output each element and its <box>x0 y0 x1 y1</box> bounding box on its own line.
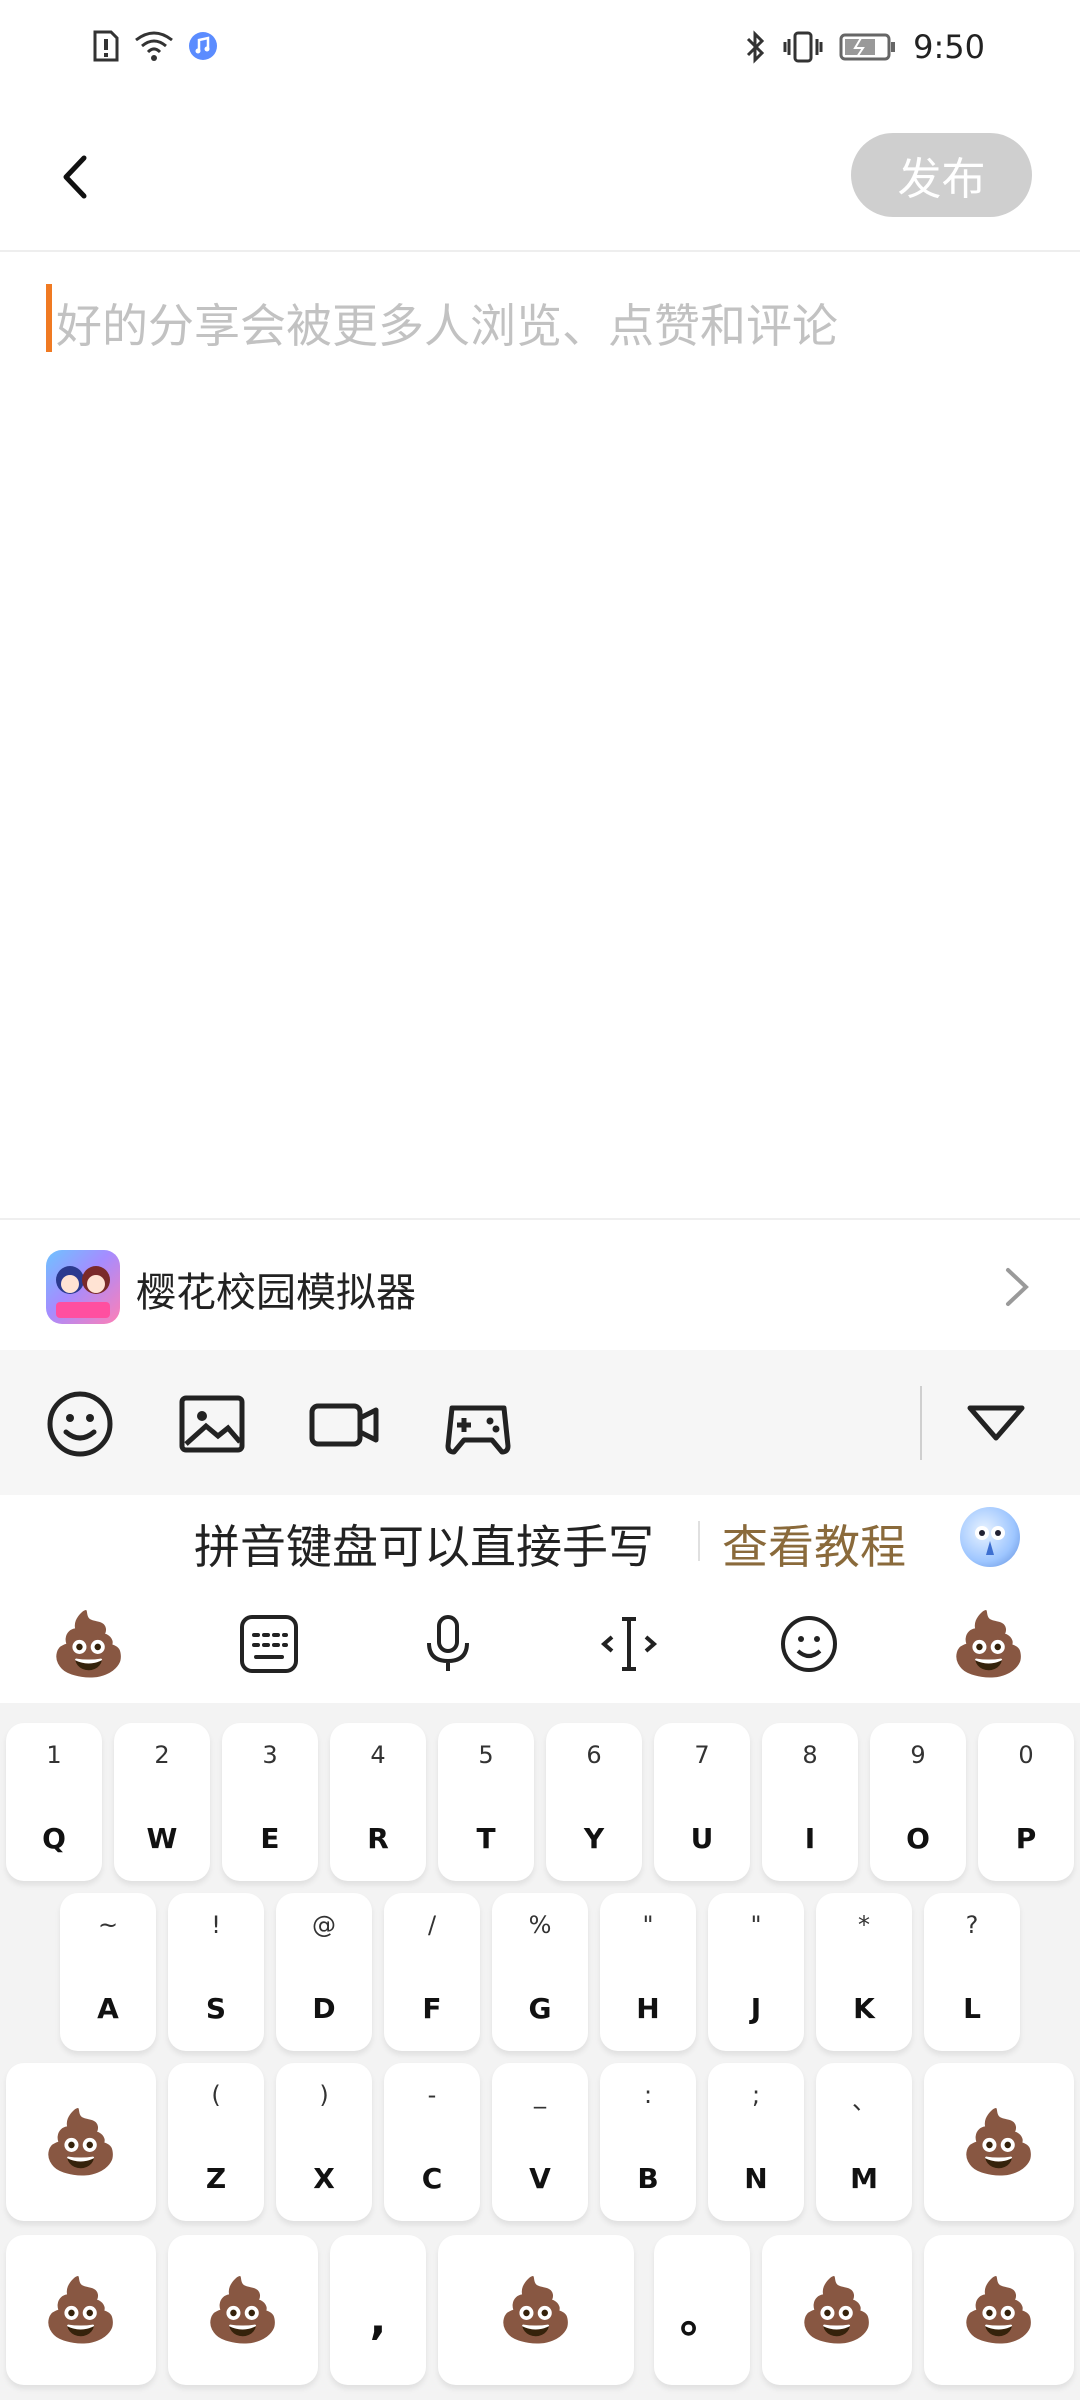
key-o[interactable]: 9O <box>870 1723 966 1881</box>
publish-button[interactable]: 发布 <box>851 133 1032 217</box>
chevron-right-icon <box>996 1262 1036 1312</box>
top-bar: 发布 <box>0 100 1080 252</box>
toolbar-divider <box>920 1386 922 1460</box>
poop-emoji-key[interactable]: 💩 <box>6 2235 156 2385</box>
poop-emoji-key[interactable]: 💩 <box>924 2235 1074 2385</box>
keyboard-function-row: 💩 💩 <box>0 1583 1080 1703</box>
voice-input-button[interactable] <box>405 1601 491 1687</box>
key-e[interactable]: 3E <box>222 1723 318 1881</box>
comma-key[interactable]: , <box>330 2235 426 2385</box>
status-right: 9:50 <box>745 28 985 66</box>
image-button[interactable] <box>176 1388 248 1460</box>
key-b[interactable]: :B <box>600 2063 696 2221</box>
key-v[interactable]: _ V <box>492 2063 588 2221</box>
key-j[interactable]: " J <box>708 1893 804 2051</box>
microphone-icon <box>427 1615 469 1671</box>
key-d[interactable]: @ D <box>276 1893 372 2051</box>
key-w[interactable]: 2W <box>114 1723 210 1881</box>
emoji-panel-button[interactable] <box>766 1601 852 1687</box>
battery-icon <box>839 33 896 61</box>
key-y[interactable]: 6Y <box>546 1723 642 1881</box>
keyboard-layout-button[interactable] <box>226 1601 312 1687</box>
smile-icon <box>781 1616 837 1672</box>
key-c[interactable]: -C <box>384 2063 480 2221</box>
poop-emoji-key[interactable]: 💩 <box>168 2235 318 2385</box>
chevron-left-icon <box>63 155 87 199</box>
key-m[interactable]: 、 M <box>816 2063 912 2221</box>
game-app-icon <box>46 1250 120 1324</box>
keyboard-icon <box>240 1615 298 1673</box>
gamepad-icon <box>445 1405 511 1455</box>
poop-emoji-key[interactable]: 💩 <box>762 2235 912 2385</box>
key-i[interactable]: 8I <box>762 1723 858 1881</box>
text-caret <box>46 284 52 352</box>
poop-emoji-key[interactable]: 💩 <box>924 2063 1074 2221</box>
video-button[interactable] <box>308 1388 380 1460</box>
key-u[interactable]: 7U <box>654 1723 750 1881</box>
key-x[interactable]: ) X <box>276 2063 372 2221</box>
key-z[interactable]: (Z <box>168 2063 264 2221</box>
vibrate-icon <box>783 31 823 63</box>
status-left-icons <box>92 30 218 62</box>
collapse-button[interactable] <box>960 1388 1032 1460</box>
period-key[interactable]: 。 <box>654 2235 750 2385</box>
status-bar: 9:50 <box>0 0 1080 100</box>
game-name: 樱花校园模拟器 <box>136 1270 416 1316</box>
key-r[interactable]: 4R <box>330 1723 426 1881</box>
poop-emoji-key[interactable]: 💩 <box>946 1601 1032 1687</box>
back-button[interactable] <box>40 142 110 212</box>
poop-emoji-key[interactable]: 💩 <box>438 2235 634 2385</box>
cursor-icon <box>600 1617 658 1671</box>
emoji-button[interactable] <box>44 1388 116 1460</box>
key-t[interactable]: 5T <box>438 1723 534 1881</box>
key-s[interactable]: ! S <box>168 1893 264 2051</box>
key-h[interactable]: " H <box>600 1893 696 2051</box>
ime-keyboard: 拼音键盘可以直接手写 查看教程 💩 💩 1 Q 2 W 3 E 4 R 5 T … <box>0 1495 1080 2400</box>
composer-toolbar <box>0 1350 1080 1495</box>
key-a[interactable]: ~ A <box>60 1893 156 2051</box>
keyboard-hint-bar: 拼音键盘可以直接手写 查看教程 <box>0 1495 1080 1583</box>
poop-emoji-key[interactable]: 💩 <box>46 1601 132 1687</box>
post-editor[interactable] <box>0 252 1080 1218</box>
key-q[interactable]: 1Q <box>6 1723 102 1881</box>
sim-alert-icon <box>93 30 119 62</box>
wifi-icon <box>135 31 173 61</box>
hint-separator <box>698 1521 700 1561</box>
triangle-down-icon <box>967 1405 1025 1441</box>
game-button[interactable] <box>442 1388 514 1460</box>
music-app-icon <box>189 32 217 60</box>
tutorial-link[interactable]: 查看教程 <box>722 1511 906 1577</box>
key-l[interactable]: ? L <box>924 1893 1020 2051</box>
video-icon <box>309 1403 379 1447</box>
key-f[interactable]: / F <box>384 1893 480 2051</box>
status-time: 9:50 <box>913 28 985 66</box>
emoji-icon <box>47 1391 113 1457</box>
key-p[interactable]: 0P <box>978 1723 1074 1881</box>
keyboard-mascot-icon[interactable] <box>960 1507 1020 1567</box>
editor-placeholder: 好的分享会被更多人浏览、点赞和评论 <box>56 299 838 353</box>
game-selector[interactable]: 樱花校园模拟器 <box>0 1218 1080 1352</box>
key-n[interactable]: ; N <box>708 2063 804 2221</box>
key-k[interactable]: * K <box>816 1893 912 2051</box>
hint-text: 拼音键盘可以直接手写 <box>194 1520 654 1574</box>
bluetooth-icon <box>747 30 765 64</box>
cursor-move-button[interactable] <box>586 1601 672 1687</box>
poop-emoji-key[interactable]: 💩 <box>6 2063 156 2221</box>
image-icon <box>179 1395 245 1453</box>
key-g[interactable]: % G <box>492 1893 588 2051</box>
